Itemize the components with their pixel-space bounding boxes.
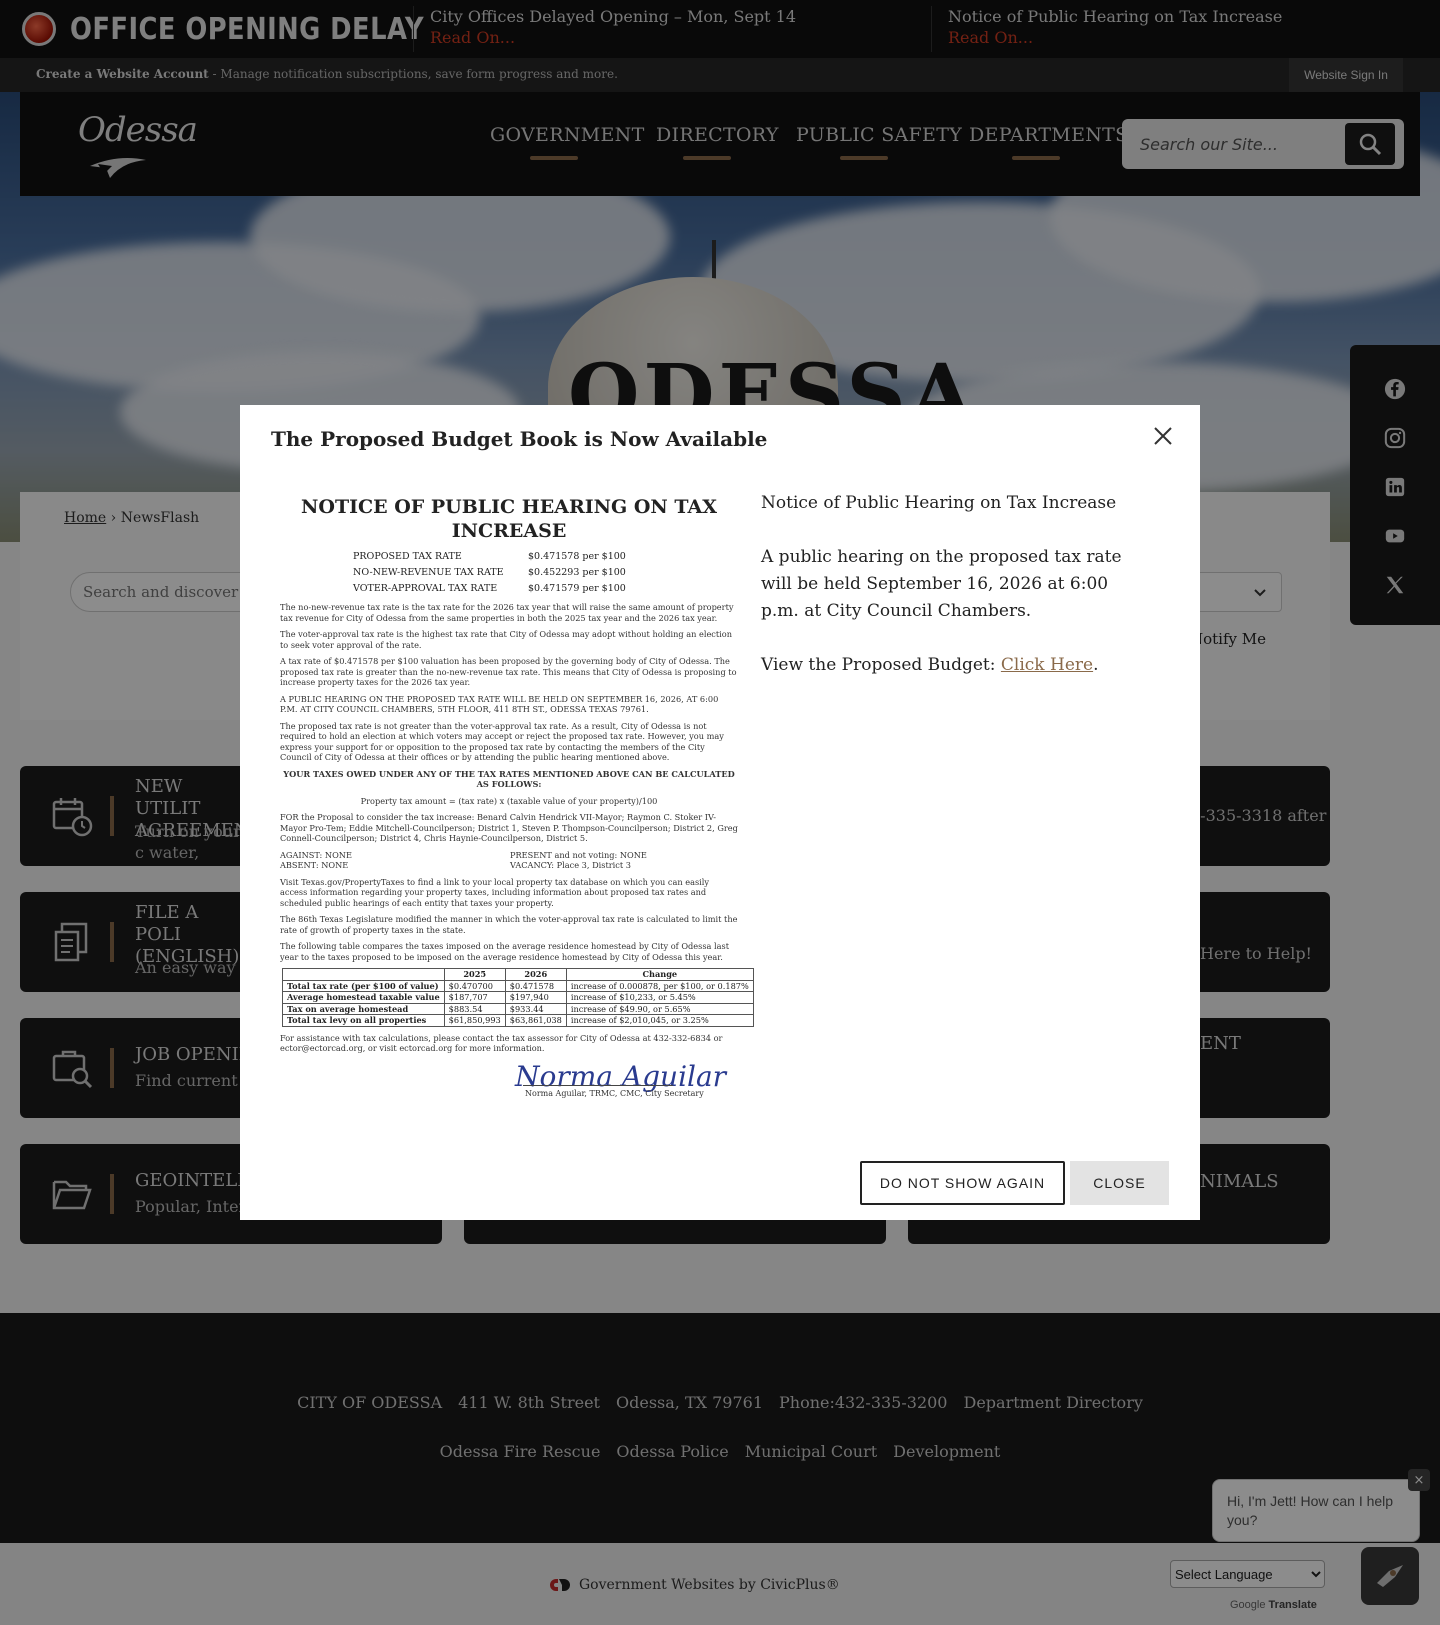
table-cell: Total tax levy on all properties bbox=[282, 1014, 445, 1027]
close-button[interactable]: CLOSE bbox=[1070, 1161, 1169, 1205]
rate-value: $0.452293 per $100 bbox=[528, 567, 626, 578]
rate-label: PROPOSED TAX RATE bbox=[353, 551, 462, 562]
vote-absent: ABSENT: NONE bbox=[280, 860, 349, 870]
table-cell: $0.471578 bbox=[504, 979, 567, 992]
table-cell: $0.470700 bbox=[443, 979, 506, 992]
notice-paragraph: A tax rate of $0.471578 per $100 valuati… bbox=[280, 656, 737, 687]
table-cell: increase of 0.000878, per $100, or 0.187… bbox=[565, 979, 754, 992]
table-row: Tax on average homestead $883.54 $933.44… bbox=[282, 1002, 754, 1015]
vote-present: PRESENT and not voting: NONE bbox=[510, 849, 647, 860]
table-cell: Total tax rate (per $100 of value) bbox=[282, 979, 445, 992]
table-row: Total tax levy on all properties $61,850… bbox=[282, 1014, 754, 1027]
rate-label: VOTER-APPROVAL TAX RATE bbox=[353, 583, 498, 594]
notice-vote-row: ABSENT: NONE VACANCY: Place 3, District 3 bbox=[280, 860, 738, 871]
table-header-cell bbox=[282, 968, 445, 981]
notice-rates: PROPOSED TAX RATE $0.471578 per $100 NO-N… bbox=[270, 549, 748, 597]
notice-vote-row: AGAINST: NONE PRESENT and not voting: NON… bbox=[280, 850, 738, 861]
click-here-link[interactable]: Click Here bbox=[1001, 655, 1093, 675]
notice-paragraph: YOUR TAXES OWED UNDER ANY OF THE TAX RAT… bbox=[283, 768, 735, 790]
notice-heading: Notice of Public Hearing on Tax Increase bbox=[761, 493, 1117, 513]
table-cell: $197,940 bbox=[504, 991, 567, 1004]
modal-close-icon[interactable] bbox=[1148, 421, 1178, 451]
table-header-cell: Change bbox=[565, 968, 754, 981]
vote-vacancy: VACANCY: Place 3, District 3 bbox=[510, 860, 631, 870]
table-cell: increase of $49.90, or 5.65% bbox=[565, 1002, 754, 1015]
table-cell: $933.44 bbox=[504, 1002, 567, 1015]
notice-paragraph: FOR the Proposal to consider the tax inc… bbox=[280, 812, 738, 843]
rate-value: $0.471578 per $100 bbox=[528, 551, 626, 562]
vote-against: AGAINST: NONE bbox=[280, 849, 352, 860]
modal-title: The Proposed Budget Book is Now Availabl… bbox=[271, 427, 768, 451]
notice-tax-table: 2025 2026 Change Total tax rate (per $10… bbox=[282, 968, 754, 1027]
rate-value: $0.471579 per $100 bbox=[528, 583, 626, 594]
table-cell: $63,861,038 bbox=[504, 1014, 567, 1027]
notice-body: A public hearing on the proposed tax rat… bbox=[761, 547, 1122, 621]
table-header-row: 2025 2026 Change bbox=[282, 968, 754, 981]
notice-paragraph: For assistance with tax calculations, pl… bbox=[280, 1032, 723, 1054]
table-cell: increase of $2,010,045, or 3.25% bbox=[565, 1014, 754, 1027]
budget-prefix: View the Proposed Budget: bbox=[761, 655, 1001, 675]
notice-paragraph: The following table compares the taxes i… bbox=[280, 941, 729, 962]
budget-modal: The Proposed Budget Book is Now Availabl… bbox=[240, 405, 1200, 1220]
notice-paragraph: Visit Texas.gov/PropertyTaxes to find a … bbox=[280, 876, 710, 908]
rate-row: NO-NEW-REVENUE TAX RATE $0.452293 per $10… bbox=[270, 565, 748, 581]
table-cell: $187,707 bbox=[443, 991, 506, 1004]
notice-paragraph: The no-new-revenue tax rate is the tax r… bbox=[280, 602, 734, 623]
notice-paragraph: The proposed tax rate is not greater tha… bbox=[280, 720, 724, 763]
rate-label: NO-NEW-REVENUE TAX RATE bbox=[353, 567, 504, 578]
notice-formula: Property tax amount = (tax rate) x (taxa… bbox=[360, 795, 658, 806]
budget-suffix: . bbox=[1093, 655, 1099, 675]
table-row: Average homestead taxable value $187,707… bbox=[282, 991, 754, 1004]
signature-line bbox=[523, 1085, 673, 1086]
notice-doc-title: NOTICE OF PUBLIC HEARING ON TAX INCREASE bbox=[301, 496, 717, 542]
rate-row: VOTER-APPROVAL TAX RATE $0.471579 per $10… bbox=[270, 581, 748, 597]
do-not-show-again-button[interactable]: DO NOT SHOW AGAIN bbox=[860, 1161, 1065, 1205]
table-header-cell: 2026 bbox=[504, 968, 567, 981]
budget-link-line: View the Proposed Budget: Click Here. bbox=[761, 652, 1151, 679]
close-icon bbox=[1154, 427, 1172, 445]
table-cell: $61,850,993 bbox=[443, 1014, 506, 1027]
signature-caption: Norma Aguilar, TRMC, CMC, City Secretary bbox=[525, 1089, 704, 1098]
table-row: Total tax rate (per $100 of value) $0.47… bbox=[282, 979, 754, 992]
table-header-cell: 2025 bbox=[443, 968, 506, 981]
table-cell: Tax on average homestead bbox=[282, 1002, 445, 1015]
table-cell: $883.54 bbox=[443, 1002, 506, 1015]
rate-row: PROPOSED TAX RATE $0.471578 per $100 bbox=[270, 549, 748, 565]
notice-paragraph: A PUBLIC HEARING ON THE PROPOSED TAX RAT… bbox=[280, 693, 719, 715]
modal-body-text: Notice of Public Hearing on Tax Increase… bbox=[761, 490, 1151, 706]
notice-paragraph: The 86th Texas Legislature modified the … bbox=[280, 914, 738, 935]
table-cell: Average homestead taxable value bbox=[282, 991, 445, 1004]
notice-document-image: NOTICE OF PUBLIC HEARING ON TAX INCREASE… bbox=[270, 495, 754, 1115]
table-cell: increase of $10,233, or 5.45% bbox=[565, 991, 754, 1004]
notice-paragraph: The voter-approval tax rate is the highe… bbox=[280, 629, 733, 650]
